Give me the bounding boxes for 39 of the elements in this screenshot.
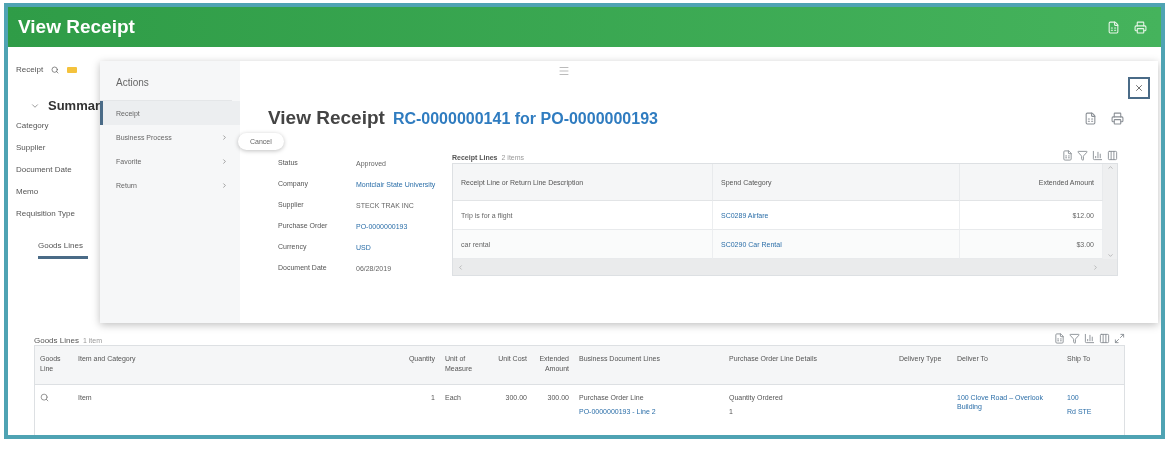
scroll-right-icon[interactable] xyxy=(1092,263,1099,271)
close-button[interactable] xyxy=(1128,77,1150,99)
field-label: Supplier xyxy=(16,143,46,153)
drag-handle-icon[interactable] xyxy=(558,65,570,77)
search-icon[interactable] xyxy=(40,393,49,402)
field-label: Requisition Type xyxy=(16,209,75,219)
chart-icon[interactable] xyxy=(1092,149,1103,161)
tab[interactable]: Goods Lines xyxy=(38,241,88,259)
horizontal-scrollbar[interactable] xyxy=(453,259,1117,275)
tag-marker xyxy=(67,66,78,73)
vertical-scrollbar[interactable] xyxy=(1103,164,1117,259)
receipt-label: Receipt xyxy=(16,65,44,74)
expand-icon[interactable] xyxy=(1114,332,1125,344)
filter-icon[interactable] xyxy=(1069,332,1080,344)
chevron-right-icon xyxy=(221,157,228,165)
field-label: Category xyxy=(16,121,49,131)
field-label: Document Date xyxy=(16,165,72,175)
spreadsheet-icon[interactable] xyxy=(1084,111,1097,125)
chevron-right-icon xyxy=(221,133,228,141)
page-title: View Receipt xyxy=(18,16,135,38)
search-icon[interactable] xyxy=(51,65,60,74)
field-label: Memo xyxy=(16,187,39,197)
scroll-left-icon[interactable] xyxy=(457,263,464,271)
close-icon[interactable] xyxy=(1134,83,1144,93)
filter-icon[interactable] xyxy=(1077,149,1088,161)
dialog-title: View Receipt xyxy=(268,107,385,129)
spreadsheet-icon[interactable] xyxy=(1062,149,1073,161)
section-heading: Summar xyxy=(48,98,101,113)
chart-icon[interactable] xyxy=(1084,332,1095,344)
receipt-link[interactable]: RC-0000000141 for PO-0000000193 xyxy=(392,110,658,128)
scroll-down-icon[interactable] xyxy=(1106,252,1114,259)
scroll-up-icon[interactable] xyxy=(1106,164,1114,171)
chevron-right-icon xyxy=(221,181,228,189)
columns-icon[interactable] xyxy=(1107,149,1118,161)
table-title: Goods Lines xyxy=(34,336,79,345)
print-icon[interactable] xyxy=(1111,111,1124,125)
print-icon[interactable] xyxy=(1134,20,1147,34)
columns-icon[interactable] xyxy=(1099,332,1110,344)
spreadsheet-icon[interactable] xyxy=(1054,332,1065,344)
